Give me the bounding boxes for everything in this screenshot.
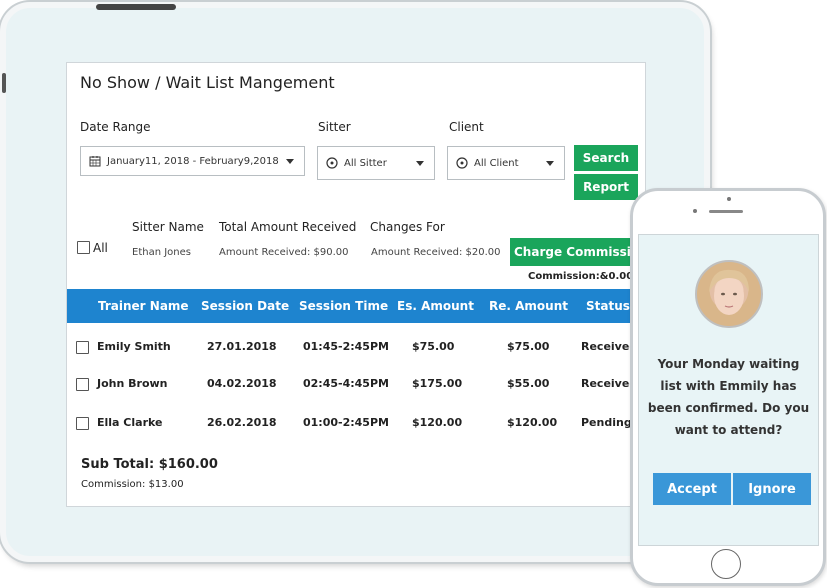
chevron-down-icon xyxy=(286,158,294,164)
client-select[interactable]: All Client xyxy=(447,146,565,180)
es-amount: $175.00 xyxy=(412,377,463,390)
avatar xyxy=(695,260,763,328)
session-date: 26.02.2018 xyxy=(207,416,277,429)
calendar-icon xyxy=(89,155,101,167)
compass-icon xyxy=(326,157,338,169)
trainer-name: Ella Clarke xyxy=(97,416,163,429)
row-checkbox[interactable] xyxy=(76,378,89,391)
search-button[interactable]: Search xyxy=(574,145,638,171)
phone-sensor xyxy=(727,197,731,201)
column-header: Trainer Name xyxy=(98,299,189,313)
session-time: 02:45-4:45PM xyxy=(303,377,389,390)
page-title: No Show / Wait List Mangement xyxy=(80,73,335,92)
re-amount: $75.00 xyxy=(507,340,550,353)
sitter-value: All Sitter xyxy=(344,157,387,169)
sitter-select[interactable]: All Sitter xyxy=(317,146,435,180)
subtotal: Sub Total: $160.00 xyxy=(81,457,218,472)
commission-line: Commission:&0.00 xyxy=(528,271,634,282)
phone-screen: Your Monday waiting list with Emmily has… xyxy=(638,234,819,546)
es-amount: $120.00 xyxy=(412,416,463,429)
column-header: Status xyxy=(586,299,630,313)
home-button[interactable] xyxy=(711,549,741,579)
management-panel: No Show / Wait List Mangement Date Range… xyxy=(66,62,646,507)
trainer-name: Emily Smith xyxy=(97,340,171,353)
sitter-label: Sitter xyxy=(318,120,351,134)
date-range-label: Date Range xyxy=(80,120,151,134)
phone-frame: Your Monday waiting list with Emmily has… xyxy=(630,188,826,586)
tablet-side-button xyxy=(2,73,6,93)
column-header: Session Date xyxy=(201,299,290,313)
row-checkbox[interactable] xyxy=(76,417,89,430)
report-button[interactable]: Report xyxy=(574,174,638,200)
phone-speaker xyxy=(709,210,743,213)
sitter-name-header: Sitter Name xyxy=(132,220,204,234)
session-time: 01:00-2:45PM xyxy=(303,416,389,429)
phone-camera xyxy=(693,209,697,213)
compass-icon xyxy=(456,157,468,169)
es-amount: $75.00 xyxy=(412,340,455,353)
date-range-select[interactable]: January11, 2018 - February9,2018 xyxy=(80,146,305,176)
total-amount-header: Total Amount Received xyxy=(219,220,357,234)
client-label: Client xyxy=(449,120,484,134)
column-header: Session Time xyxy=(299,299,389,313)
commission-total: Commission: $13.00 xyxy=(81,479,184,490)
session-date: 27.01.2018 xyxy=(207,340,277,353)
status: Received xyxy=(581,377,638,390)
ignore-button[interactable]: Ignore xyxy=(733,473,811,505)
re-amount: $120.00 xyxy=(507,416,558,429)
trainer-name: John Brown xyxy=(97,377,168,390)
date-range-value: January11, 2018 - February9,2018 xyxy=(107,155,279,167)
tablet-camera xyxy=(96,4,176,10)
session-time: 01:45-2:45PM xyxy=(303,340,389,353)
status: Received xyxy=(581,340,638,353)
table-header: Trainer Name Session Date Session Time E… xyxy=(67,289,645,323)
row-checkbox[interactable] xyxy=(76,341,89,354)
select-all-label: All xyxy=(93,241,108,255)
sitter-name-value: Ethan Jones xyxy=(132,247,191,258)
column-header: Es. Amount xyxy=(397,299,474,313)
chevron-down-icon xyxy=(546,160,554,166)
column-header: Re. Amount xyxy=(489,299,568,313)
notification-message: Your Monday waiting list with Emmily has… xyxy=(647,357,810,437)
changes-for-header: Changes For xyxy=(370,220,445,234)
session-date: 04.02.2018 xyxy=(207,377,277,390)
total-amount-value: Amount Received: $90.00 xyxy=(219,247,349,258)
chevron-down-icon xyxy=(416,160,424,166)
select-all-checkbox[interactable] xyxy=(77,241,90,254)
charge-commission-button[interactable]: Charge Commission xyxy=(510,238,645,266)
re-amount: $55.00 xyxy=(507,377,550,390)
client-value: All Client xyxy=(474,157,519,169)
changes-for-value: Amount Received: $20.00 xyxy=(371,247,501,258)
status: Pending xyxy=(581,416,632,429)
accept-button[interactable]: Accept xyxy=(653,473,731,505)
